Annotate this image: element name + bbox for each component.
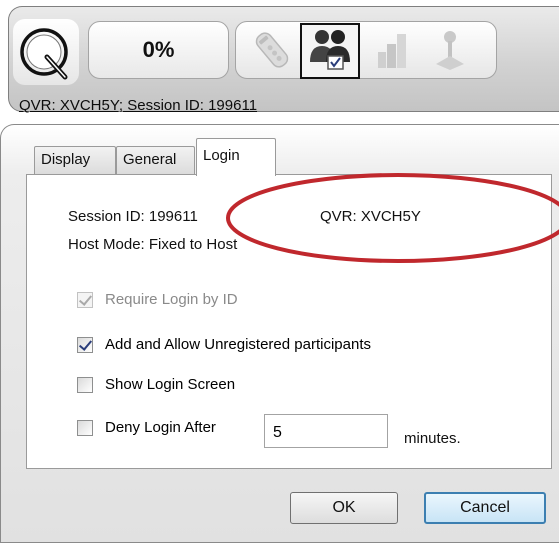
require-login-option: Require Login by ID [77,291,238,308]
deny-minutes-input[interactable] [264,414,388,448]
session-info-link[interactable]: QVR: XVCH5Y; Session ID: 199611 [19,97,257,114]
show-login-screen-option[interactable]: Show Login Screen [77,376,235,393]
joystick-icon[interactable] [422,25,478,75]
session-id-label: Session ID: 199611 [68,208,198,225]
show-login-screen-checkbox[interactable] [77,376,93,393]
ok-button[interactable]: OK [290,492,398,524]
bar-chart-icon[interactable] [364,25,420,75]
tab-login[interactable]: Login [196,138,276,176]
allow-unregistered-checkbox[interactable] [77,336,93,353]
allow-unregistered-label[interactable]: Add and Allow Unregistered participants [105,336,371,353]
deny-login-label[interactable]: Deny Login After [105,419,216,436]
toolbar-icon-bar [235,21,497,79]
qvr-label: QVR: XVCH5Y [320,208,421,225]
host-mode-label: Host Mode: Fixed to Host [68,236,238,253]
top-toolbar: 0% QVR: XVCH5Y; Session ID: 199611 [8,6,559,114]
cancel-button[interactable]: Cancel [424,492,546,524]
minutes-label: minutes. [404,430,461,447]
require-login-checkbox [77,291,93,308]
deny-login-option[interactable]: Deny Login After [77,419,216,436]
show-login-screen-label[interactable]: Show Login Screen [105,376,235,393]
tab-display[interactable]: Display [34,146,116,174]
progress-percent: 0% [88,21,229,79]
require-login-label: Require Login by ID [105,291,238,308]
participants-icon[interactable] [300,23,360,79]
logo-q-icon[interactable] [13,19,79,85]
deny-login-checkbox[interactable] [77,419,93,436]
allow-unregistered-option[interactable]: Add and Allow Unregistered participants [77,336,371,353]
tab-general[interactable]: General [116,146,195,174]
remote-clicker-icon[interactable] [244,25,300,75]
